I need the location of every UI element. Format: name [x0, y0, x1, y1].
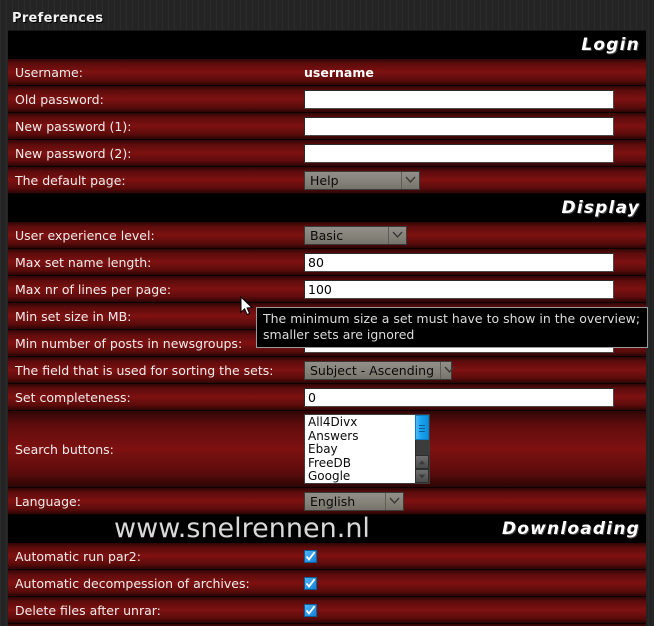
scrollbar-track[interactable]	[415, 440, 429, 455]
row-user-experience-level: User experience level: Basic	[8, 222, 646, 249]
row-auto-run-par2: Automatic run par2:	[8, 543, 646, 570]
row-auto-decompression: Automatic decompession of archives:	[8, 570, 646, 597]
row-max-lines-per-page: Max nr of lines per page:	[8, 276, 646, 303]
tooltip-line-1: The minimum size a set must have to show…	[263, 311, 641, 326]
row-old-password: Old password:	[8, 86, 646, 113]
new-password-2-input[interactable]	[304, 143, 614, 163]
list-item[interactable]: FreeDB	[308, 456, 415, 471]
scroll-up-icon[interactable]	[415, 455, 429, 469]
auto-decompression-checkbox[interactable]	[304, 576, 317, 590]
chevron-down-icon	[385, 492, 403, 510]
list-item[interactable]: Answers	[308, 429, 415, 444]
list-item[interactable]: Ebay	[308, 443, 415, 457]
user-experience-level-value: Basic	[310, 227, 344, 243]
chevron-down-icon	[440, 361, 458, 379]
user-experience-level-select[interactable]: Basic	[304, 225, 407, 245]
field-new-password-2	[304, 140, 646, 166]
field-new-password-1	[304, 113, 646, 139]
row-username: Username: username	[8, 59, 646, 86]
field-delete-after-unrar	[304, 597, 646, 623]
row-search-buttons: Search buttons: All4Divx Answers Ebay Fr…	[8, 411, 646, 488]
label-new-password-2: New password (2):	[15, 145, 132, 161]
field-auto-decompression	[304, 570, 646, 596]
row-set-completeness: Set completeness:	[8, 384, 646, 411]
auto-run-par2-checkbox[interactable]	[304, 549, 317, 563]
label-default-page: The default page:	[15, 172, 126, 188]
search-buttons-listbox[interactable]: All4Divx Answers Ebay FreeDB Google	[304, 414, 430, 484]
row-new-password-2: New password (2):	[8, 140, 646, 167]
row-new-password-1: New password (1):	[8, 113, 646, 140]
section-title-downloading: Downloading	[501, 519, 640, 539]
label-delete-after-unrar: Delete files after unrar:	[15, 602, 161, 618]
default-page-select-value: Help	[310, 172, 339, 188]
default-page-select[interactable]: Help	[304, 170, 420, 190]
language-select-value: English	[310, 493, 356, 509]
label-old-password: Old password:	[15, 91, 104, 107]
language-select[interactable]: English	[304, 491, 404, 511]
row-language: Language: English	[8, 488, 646, 515]
row-default-page: The default page: Help	[8, 167, 646, 194]
search-buttons-options[interactable]: All4Divx Answers Ebay FreeDB Google	[305, 415, 415, 483]
section-title-login: Login	[581, 35, 640, 55]
field-user-experience-level: Basic	[304, 222, 646, 248]
label-username: Username:	[15, 64, 83, 80]
label-sort-field: The field that is used for sorting the s…	[15, 362, 274, 378]
section-header-downloading: www.snelrennen.nl Downloading	[8, 515, 646, 543]
field-max-lines-per-page	[304, 276, 646, 302]
label-max-set-name-length: Max set name length:	[15, 254, 152, 270]
label-auto-run-par2: Automatic run par2:	[15, 548, 141, 564]
preferences-window: Preferences Login Username: username Old…	[0, 0, 654, 626]
page-title: Preferences	[12, 11, 104, 26]
tooltip-line-2: smaller sets are ignored	[263, 327, 415, 342]
field-set-completeness	[304, 384, 646, 410]
section-header-display: Display	[8, 194, 646, 222]
max-lines-per-page-input[interactable]	[304, 279, 614, 299]
row-delete-after-unrar: Delete files after unrar:	[8, 597, 646, 624]
label-user-experience-level: User experience level:	[15, 227, 155, 243]
tooltip: The minimum size a set must have to show…	[256, 307, 648, 348]
field-sort-field: Subject - Ascending	[304, 357, 646, 383]
scroll-down-icon[interactable]	[415, 469, 429, 483]
row-sort-field: The field that is used for sorting the s…	[8, 357, 646, 384]
label-language: Language:	[15, 493, 81, 509]
max-set-name-length-input[interactable]	[304, 252, 614, 272]
sort-field-select[interactable]: Subject - Ascending	[304, 360, 455, 380]
new-password-1-input[interactable]	[304, 116, 614, 136]
window-titlebar: Preferences	[0, 0, 654, 30]
scrollbar-thumb[interactable]	[415, 415, 429, 440]
section-header-login: Login	[8, 31, 646, 59]
set-completeness-input[interactable]	[304, 387, 614, 407]
field-language: English	[304, 488, 646, 514]
old-password-input[interactable]	[304, 89, 614, 109]
list-item[interactable]: Google	[308, 470, 415, 483]
delete-after-unrar-checkbox[interactable]	[304, 603, 317, 617]
field-search-buttons: All4Divx Answers Ebay FreeDB Google	[304, 411, 646, 487]
list-item[interactable]: All4Divx	[308, 415, 415, 430]
search-buttons-scrollbar[interactable]	[415, 415, 429, 483]
sort-field-select-value: Subject - Ascending	[310, 362, 434, 378]
row-max-set-name-length: Max set name length:	[8, 249, 646, 276]
field-old-password	[304, 86, 646, 112]
chevron-down-icon	[388, 226, 406, 244]
field-default-page: Help	[304, 167, 646, 193]
label-new-password-1: New password (1):	[15, 118, 132, 134]
label-search-buttons: Search buttons:	[15, 441, 114, 457]
chevron-down-icon	[401, 171, 419, 189]
field-auto-run-par2	[304, 543, 646, 569]
field-max-set-name-length	[304, 249, 646, 275]
field-username: username	[304, 59, 646, 85]
label-auto-decompression: Automatic decompession of archives:	[15, 575, 250, 591]
section-title-display: Display	[561, 198, 640, 218]
value-username: username	[304, 64, 374, 80]
label-set-completeness: Set completeness:	[15, 389, 131, 405]
label-max-lines-per-page: Max nr of lines per page:	[15, 281, 172, 297]
